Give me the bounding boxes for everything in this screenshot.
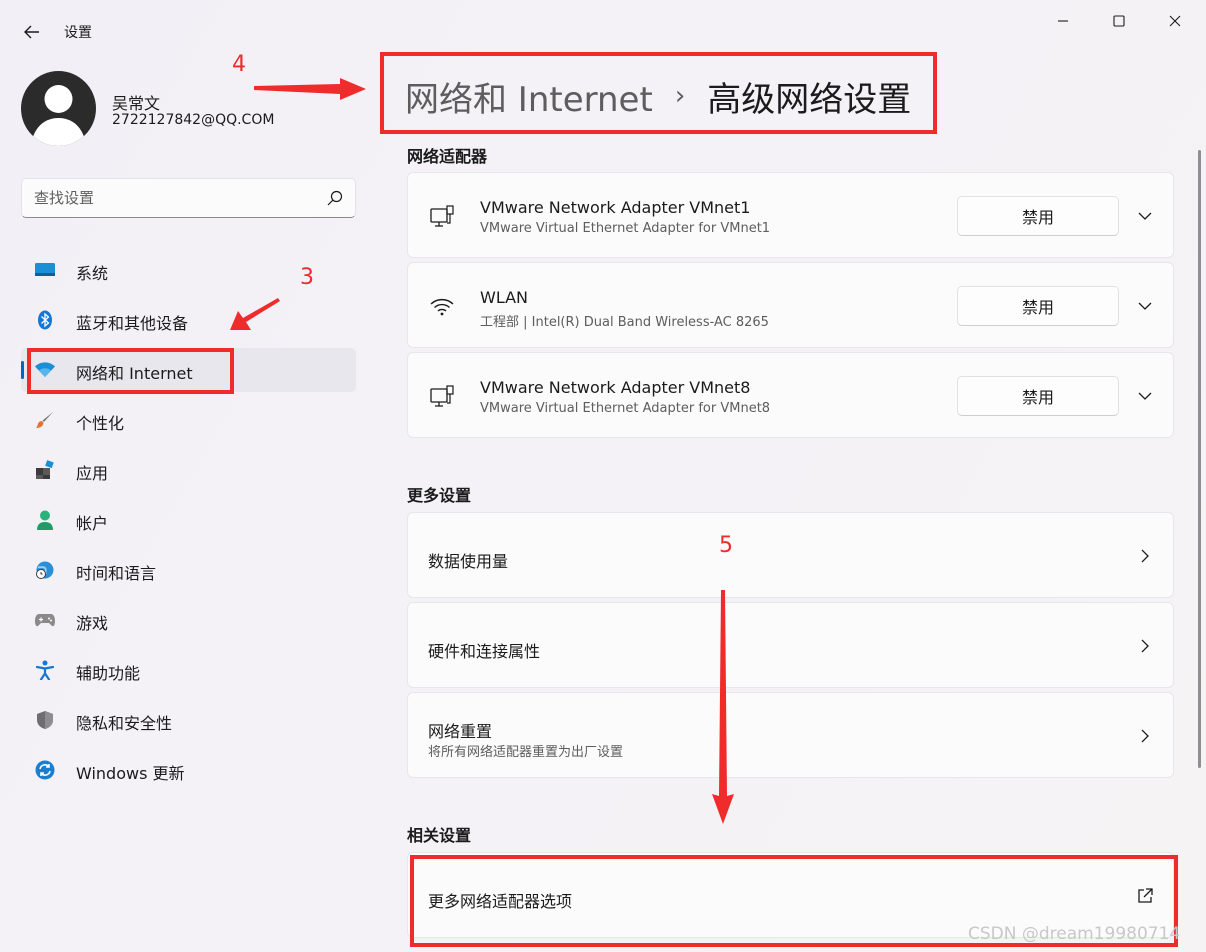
sidebar-item-label: 隐私和安全性: [76, 714, 173, 733]
shield-icon: [35, 710, 55, 730]
sidebar-item-label: 系统: [76, 264, 109, 283]
row-label: 网络重置: [428, 722, 493, 741]
back-arrow-icon: [24, 25, 39, 39]
person-silhouette-icon: [31, 85, 86, 146]
watermark: CSDN @dream19980714: [968, 924, 1181, 944]
sidebar-item-label: 个性化: [76, 414, 125, 433]
sidebar-item-gaming[interactable]: 游戏: [21, 598, 356, 642]
adapter-card-vmnet1[interactable]: VMware Network Adapter VMnet1 VMware Vir…: [407, 172, 1174, 258]
sidebar-item-label: 辅助功能: [76, 664, 141, 683]
chevron-down-icon[interactable]: [1135, 206, 1155, 226]
adapter-name: VMware Network Adapter VMnet8: [480, 378, 751, 397]
monitor-icon: [35, 260, 55, 280]
annotation-box-header: [380, 52, 937, 134]
minimize-icon: [1058, 20, 1068, 22]
adapter-name: VMware Network Adapter VMnet1: [480, 198, 751, 217]
row-label: 硬件和连接属性: [428, 642, 541, 661]
sidebar-item-privacy[interactable]: 隐私和安全性: [21, 698, 356, 742]
bluetooth-icon: [35, 310, 55, 330]
sidebar-item-label: 游戏: [76, 614, 109, 633]
sidebar-item-personalization[interactable]: 个性化: [21, 398, 356, 442]
close-button[interactable]: [1152, 6, 1198, 36]
active-indicator: [21, 361, 24, 379]
apps-icon: [35, 460, 55, 480]
minimize-button[interactable]: [1040, 6, 1086, 36]
chevron-down-icon[interactable]: [1135, 386, 1155, 406]
adapter-name: WLAN: [480, 288, 529, 307]
sidebar-item-label: 时间和语言: [76, 564, 157, 583]
sidebar-item-windows-update[interactable]: Windows 更新: [21, 748, 356, 792]
row-description: 将所有网络适配器重置为出厂设置: [428, 745, 624, 760]
sidebar-item-accessibility[interactable]: 辅助功能: [21, 648, 356, 692]
annotation-box-network-item: [27, 348, 234, 394]
accessibility-icon: [35, 660, 55, 680]
sidebar-item-accounts[interactable]: 帐户: [21, 498, 356, 542]
avatar[interactable]: [21, 71, 96, 146]
maximize-icon: [1113, 15, 1125, 27]
chevron-right-icon: [1135, 726, 1155, 746]
chevron-right-icon: [1135, 546, 1155, 566]
adapter-description: 工程部 | Intel(R) Dual Band Wireless-AC 826…: [480, 315, 769, 330]
gamepad-icon: [35, 610, 55, 630]
scrollbar[interactable]: [1198, 150, 1201, 768]
adapter-description: VMware Virtual Ethernet Adapter for VMne…: [480, 401, 771, 416]
sidebar-item-label: 蓝牙和其他设备: [76, 314, 189, 333]
section-title-adapters: 网络适配器: [407, 147, 488, 166]
annotation-number-5: 5: [719, 533, 733, 558]
adapter-card-vmnet8[interactable]: VMware Network Adapter VMnet8 VMware Vir…: [407, 352, 1174, 438]
user-name: 吴常文: [112, 94, 161, 113]
section-title-related: 相关设置: [407, 826, 472, 845]
close-icon: [1169, 15, 1181, 27]
ethernet-icon: [428, 203, 456, 231]
title-bar: 设置: [0, 0, 1206, 60]
hardware-properties-row[interactable]: 硬件和连接属性: [407, 602, 1174, 688]
user-email: 2722127842@QQ.COM: [112, 112, 275, 128]
data-usage-row[interactable]: 数据使用量: [407, 512, 1174, 598]
person-icon: [35, 510, 55, 530]
sidebar-item-label: 帐户: [76, 514, 109, 533]
ethernet-icon: [428, 383, 456, 411]
search-input[interactable]: [34, 187, 314, 209]
disable-button[interactable]: 禁用: [957, 286, 1119, 326]
sidebar-item-bluetooth[interactable]: 蓝牙和其他设备: [21, 298, 356, 342]
search-icon[interactable]: [327, 190, 343, 206]
adapter-card-wlan[interactable]: WLAN 工程部 | Intel(R) Dual Band Wireless-A…: [407, 262, 1174, 348]
search-box[interactable]: [21, 178, 356, 218]
adapter-description: VMware Virtual Ethernet Adapter for VMne…: [480, 221, 771, 236]
back-button[interactable]: [18, 18, 46, 46]
section-title-more: 更多设置: [407, 486, 472, 505]
chevron-right-icon: [1135, 636, 1155, 656]
maximize-button[interactable]: [1096, 6, 1142, 36]
app-title: 设置: [64, 25, 92, 41]
annotation-number-3: 3: [300, 265, 314, 290]
sidebar-item-label: 应用: [76, 464, 109, 483]
wifi-icon: [428, 293, 456, 321]
disable-button[interactable]: 禁用: [957, 376, 1119, 416]
update-icon: [35, 760, 55, 780]
network-reset-row[interactable]: 网络重置 将所有网络适配器重置为出厂设置: [407, 692, 1174, 778]
row-label: 数据使用量: [428, 552, 509, 571]
disable-button[interactable]: 禁用: [957, 196, 1119, 236]
chevron-down-icon[interactable]: [1135, 296, 1155, 316]
globe-clock-icon: [35, 560, 55, 580]
sidebar-item-label: Windows 更新: [76, 764, 185, 783]
brush-icon: [35, 410, 55, 430]
sidebar-item-apps[interactable]: 应用: [21, 448, 356, 492]
annotation-number-4: 4: [232, 52, 246, 77]
sidebar-item-time-language[interactable]: 时间和语言: [21, 548, 356, 592]
settings-window: 设置 吴常文 2722127842@QQ.COM 系统 蓝牙和其他: [0, 0, 1206, 952]
